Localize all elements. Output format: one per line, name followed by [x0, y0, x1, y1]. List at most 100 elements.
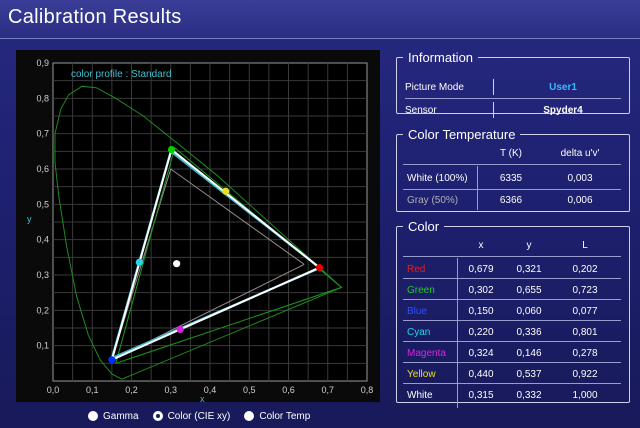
color-row-red-x: 0,679: [468, 264, 494, 275]
color-row-cyan-label: Cyan: [407, 327, 431, 338]
radio-color-temp[interactable]: Color Temp: [244, 411, 310, 422]
radio-color-cie[interactable]: Color (CIE xy): [152, 411, 231, 422]
temp-row-gray-label: Gray (50%): [407, 195, 459, 206]
color-header-l: L: [582, 240, 588, 251]
point-white: [173, 260, 181, 268]
color-row-yellow-y: 0,537: [516, 369, 542, 380]
color-row-divider: [403, 278, 621, 279]
color-row-green-l: 0,723: [572, 285, 598, 296]
color-row-yellow-l: 0,922: [572, 369, 598, 380]
x-tick-label: 0,1: [86, 385, 99, 395]
color-temperature-group: Color Temperature T (K) delta u'v' White…: [396, 127, 630, 212]
color-row-blue-label: Blue: [407, 306, 428, 317]
y-tick-label: 0,5: [36, 199, 49, 209]
point-cyan: [135, 258, 143, 266]
x-tick-label: 0,3: [164, 385, 177, 395]
color-legend: Color: [408, 219, 440, 234]
temp-row-white-t: 6335: [499, 173, 523, 184]
x-tick-label: 0,5: [243, 385, 256, 395]
temp-header-divider: [403, 164, 621, 165]
color-header-divider: [403, 256, 621, 257]
temp-row-white-delta: 0,003: [567, 173, 593, 184]
point-magenta: [176, 325, 184, 334]
information-legend: Information: [408, 50, 474, 65]
x-tick-label: 0,7: [321, 385, 334, 395]
y-tick-label: 0,6: [36, 164, 49, 174]
information-group: Information Picture Mode User1 Sensor Sp…: [396, 50, 630, 118]
info-divider: [405, 98, 621, 99]
color-row-divider: [403, 341, 621, 342]
info-row-sensor: Sensor Spyder4: [405, 100, 621, 120]
color-row-divider: [403, 383, 621, 384]
temp-row-gray-delta: 0,006: [567, 195, 593, 206]
cie-xy-chart: 0,0 0,1 0,2 0,3 0,4 0,5 0,6 0,7 0,8 0,1 0,2 0,3 0,4 0…: [27, 58, 374, 402]
point-green: [167, 145, 176, 154]
point-red: [315, 263, 324, 272]
color-profile-label: color profile : Standard: [71, 69, 172, 80]
color-row-cyan-x: 0,220: [468, 327, 494, 338]
info-separator: [493, 79, 494, 95]
temp-header-t: T (K): [499, 148, 523, 159]
point-blue: [108, 356, 116, 364]
color-row-cyan-l: 0,801: [572, 327, 598, 338]
temp-row-gray-t: 6366: [499, 195, 523, 206]
info-separator: [493, 102, 494, 118]
radio-color-temp-label[interactable]: Color Temp: [259, 411, 310, 422]
y-tick-label: 0,4: [36, 235, 49, 245]
color-row-white-l: 1,000: [572, 390, 598, 401]
picture-mode-value: User1: [549, 81, 577, 93]
color-row-magenta-l: 0,278: [572, 348, 598, 359]
color-row-divider: [403, 362, 621, 363]
color-row-divider: [403, 320, 621, 321]
color-row-green-x: 0,302: [468, 285, 494, 296]
color-row-white-y: 0,332: [516, 390, 542, 401]
x-axis-label: x: [200, 394, 205, 402]
color-row-white-x: 0,315: [468, 390, 494, 401]
x-tick-label: 0,0: [47, 385, 60, 395]
radio-color-temp-circle[interactable]: [244, 411, 255, 421]
y-tick-label: 0,3: [36, 270, 49, 280]
radio-color-cie-label[interactable]: Color (CIE xy): [168, 411, 231, 422]
temp-row-white-label: White (100%): [407, 173, 468, 184]
color-row-yellow-label: Yellow: [407, 369, 436, 380]
color-row-blue-y: 0,060: [516, 306, 542, 317]
x-tick-label: 0,2: [125, 385, 138, 395]
radio-gamma-label[interactable]: Gamma: [103, 411, 139, 422]
color-header-y: y: [526, 240, 532, 251]
color-row-white-label: White: [407, 390, 433, 401]
temp-row-divider: [403, 189, 621, 190]
y-tick-label: 0,9: [36, 58, 49, 68]
temp-header-delta: delta u'v': [560, 148, 600, 159]
x-tick-label: 0,6: [282, 385, 295, 395]
color-temperature-legend: Color Temperature: [408, 127, 516, 142]
sensor-label: Sensor: [405, 104, 437, 116]
color-row-red-y: 0,321: [516, 264, 542, 275]
color-row-blue-x: 0,150: [468, 306, 494, 317]
color-row-red-l: 0,202: [572, 264, 598, 275]
title-bar: Calibration Results: [0, 0, 640, 39]
x-tick-label: 0,8: [361, 385, 374, 395]
picture-mode-label: Picture Mode: [405, 81, 464, 93]
radio-gamma-circle[interactable]: [88, 411, 98, 421]
radio-color-cie-circle[interactable]: [152, 411, 163, 421]
y-tick-label: 0,8: [36, 93, 49, 103]
color-header-x: x: [478, 240, 484, 251]
color-row-yellow-x: 0,440: [468, 369, 494, 380]
color-row-magenta-x: 0,324: [468, 348, 494, 359]
cie-chart-panel: 0,0 0,1 0,2 0,3 0,4 0,5 0,6 0,7 0,8 0,1 0,2 0,3 0,4 0…: [16, 50, 380, 402]
color-row-red-label: Red: [407, 264, 426, 275]
color-row-green-label: Green: [407, 285, 435, 296]
info-row-picture-mode: Picture Mode User1: [405, 77, 621, 97]
color-row-magenta-y: 0,146: [516, 348, 542, 359]
color-row-cyan-y: 0,336: [516, 327, 542, 338]
radio-gamma[interactable]: Gamma: [88, 411, 139, 422]
color-row-blue-l: 0,077: [572, 306, 598, 317]
x-tick-label: 0,4: [204, 385, 217, 395]
sensor-value: Spyder4: [543, 104, 583, 116]
y-tick-label: 0,7: [36, 129, 49, 139]
color-row-magenta-label: Magenta: [407, 348, 446, 359]
color-row-divider: [403, 299, 621, 300]
color-column-divider: [457, 258, 458, 408]
view-mode-radio-group: Gamma Color (CIE xy) Color Temp: [88, 408, 324, 424]
point-yellow: [222, 187, 230, 195]
